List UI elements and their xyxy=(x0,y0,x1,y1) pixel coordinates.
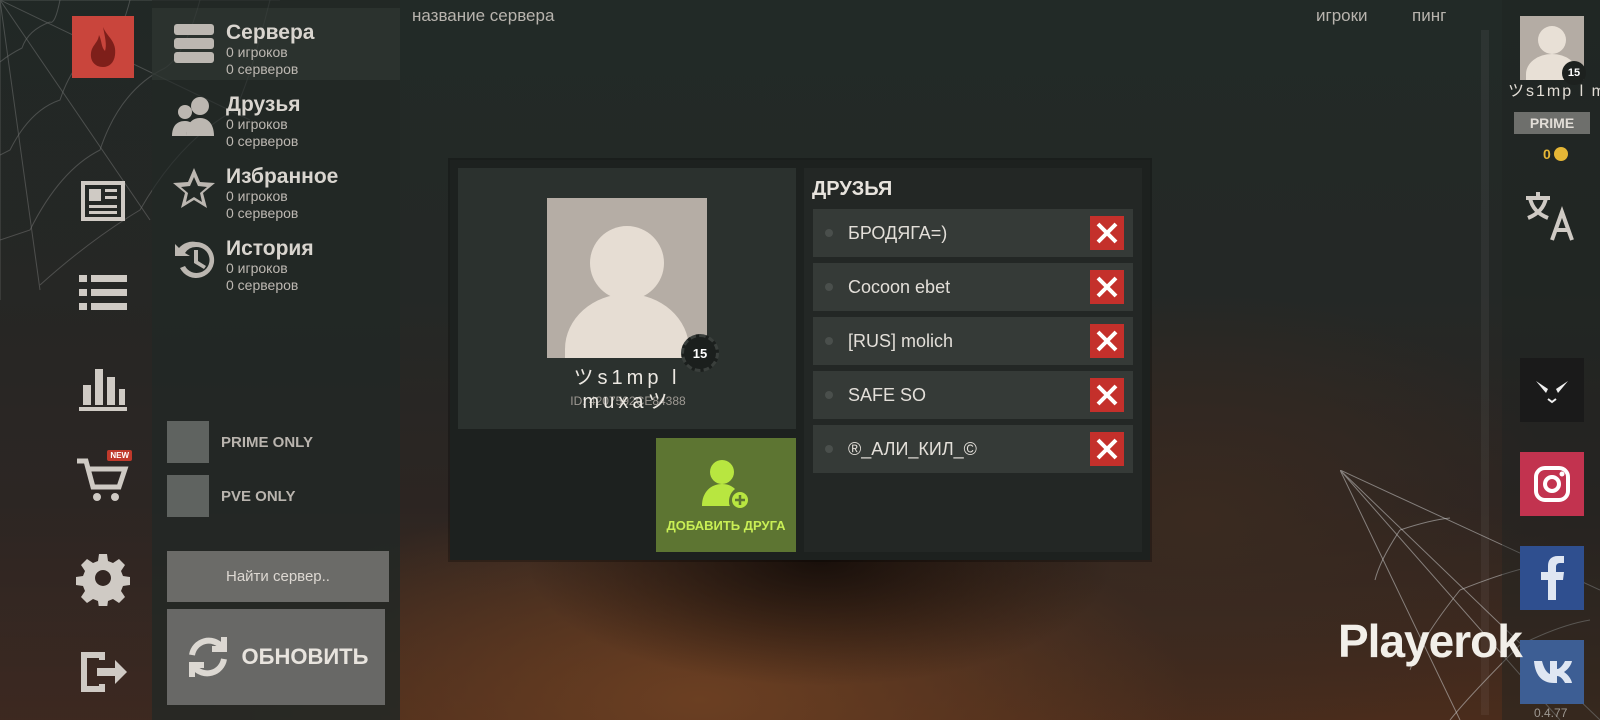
new-badge: NEW xyxy=(107,450,132,461)
category-friends[interactable]: Друзья 0 игроков 0 серверов xyxy=(162,80,394,152)
category-servers: 0 серверов xyxy=(226,205,299,221)
add-friend-label: ДОБАВИТЬ ДРУГА xyxy=(666,517,786,533)
server-name-column-header[interactable]: название сервера xyxy=(412,6,554,26)
friend-name: Cocoon ebet xyxy=(848,277,951,297)
prime-only-label: PRIME ONLY xyxy=(221,434,313,451)
profile-name: ツs1mp l muxaツ xyxy=(573,367,681,413)
refresh-label: ОБНОВИТЬ xyxy=(241,644,369,669)
friend-list-item[interactable]: [RUS] molich xyxy=(813,317,1133,365)
category-servers: 0 серверов xyxy=(226,277,299,293)
settings-gear-icon[interactable] xyxy=(72,547,134,609)
playerok-watermark: Playerok xyxy=(1338,615,1523,667)
pve-only-label: PVE ONLY xyxy=(221,488,296,505)
category-players: 0 игроков xyxy=(226,44,288,60)
remove-friend-button[interactable] xyxy=(1090,270,1124,304)
flame-icon xyxy=(90,27,116,67)
history-icon xyxy=(162,224,226,296)
server-list-icon[interactable] xyxy=(72,262,134,324)
friend-name: [RUS] molich xyxy=(848,331,954,351)
online-status-dot xyxy=(825,445,833,453)
category-favorites[interactable]: Избранное 0 игроков 0 серверов xyxy=(162,152,394,224)
prime-only-checkbox[interactable] xyxy=(167,421,209,463)
remove-friend-button[interactable] xyxy=(1090,378,1124,412)
category-name: История xyxy=(226,237,314,260)
close-icon xyxy=(1096,222,1118,244)
shop-cart-icon[interactable]: NEW xyxy=(72,450,134,512)
category-name: Избранное xyxy=(226,165,339,188)
category-history[interactable]: История 0 игроков 0 серверов xyxy=(162,224,394,296)
online-status-dot xyxy=(825,337,833,345)
friends-title: ДРУЗЬЯ xyxy=(812,178,893,200)
translate-icon[interactable] xyxy=(1524,190,1578,244)
exit-icon[interactable] xyxy=(72,641,134,703)
refresh-button[interactable]: ОБНОВИТЬ xyxy=(167,609,385,705)
add-friend-button[interactable]: ДОБАВИТЬ ДРУГА xyxy=(656,438,796,552)
friend-name: SAFE SO xyxy=(848,385,927,405)
category-name: Сервера xyxy=(226,21,315,44)
star-icon xyxy=(162,152,226,224)
add-user-icon xyxy=(702,459,750,510)
coin-icon xyxy=(1553,147,1568,161)
server-search-input[interactable] xyxy=(167,551,389,602)
online-status-dot xyxy=(825,283,833,291)
account-name: ツs1mp l muxaツ xyxy=(1508,84,1600,100)
server-list-scrollbar[interactable] xyxy=(1481,30,1489,715)
vk-icon[interactable] xyxy=(1520,640,1584,704)
game-logo-icon[interactable] xyxy=(72,16,134,78)
ping-column-header[interactable]: пинг xyxy=(1412,6,1446,26)
category-servers: 0 серверов xyxy=(226,133,299,149)
instagram-icon[interactable] xyxy=(1520,452,1584,516)
coin-count: 0 xyxy=(1543,146,1551,162)
players-column-header[interactable]: игроки xyxy=(1316,6,1368,26)
left-nav-rail: NEW xyxy=(0,0,152,720)
friend-name: БРОДЯГА=) xyxy=(848,223,948,243)
version-label: 0.4.77 xyxy=(1534,706,1568,720)
category-players: 0 игроков xyxy=(226,116,288,132)
refresh-icon xyxy=(188,637,227,677)
close-icon xyxy=(1096,330,1118,352)
friend-list-item[interactable]: Cocoon ebet xyxy=(813,263,1133,311)
friend-list-item[interactable]: ®_АЛИ_КИЛ_© xyxy=(813,425,1133,473)
category-servers[interactable]: Сервера 0 игроков 0 серверов xyxy=(152,8,400,80)
online-status-dot xyxy=(825,391,833,399)
friends-icon xyxy=(162,80,226,152)
alien-social-icon[interactable] xyxy=(1520,358,1584,422)
online-status-dot xyxy=(825,229,833,237)
pve-only-checkbox[interactable] xyxy=(167,475,209,517)
stats-icon[interactable] xyxy=(72,356,134,418)
close-icon xyxy=(1096,384,1118,406)
remove-friend-button[interactable] xyxy=(1090,216,1124,250)
category-name: Друзья xyxy=(226,93,301,116)
server-stack-icon xyxy=(162,8,226,80)
prime-status-button[interactable]: PRIME xyxy=(1514,112,1590,134)
profile-avatar[interactable] xyxy=(547,198,707,358)
news-icon[interactable] xyxy=(72,170,134,232)
account-level-badge: 15 xyxy=(1562,61,1586,85)
coin-balance: 0 xyxy=(1543,146,1568,162)
category-players: 0 игроков xyxy=(226,260,288,276)
category-players: 0 игроков xyxy=(226,188,288,204)
category-servers: 0 серверов xyxy=(226,61,299,77)
close-icon xyxy=(1096,438,1118,460)
close-icon xyxy=(1096,276,1118,298)
remove-friend-button[interactable] xyxy=(1090,432,1124,466)
facebook-icon[interactable] xyxy=(1520,546,1584,610)
remove-friend-button[interactable] xyxy=(1090,324,1124,358)
friend-list-item[interactable]: БРОДЯГА=) xyxy=(813,209,1133,257)
friend-list-item[interactable]: SAFE SO xyxy=(813,371,1133,419)
friend-name: ®_АЛИ_КИЛ_© xyxy=(848,439,977,459)
